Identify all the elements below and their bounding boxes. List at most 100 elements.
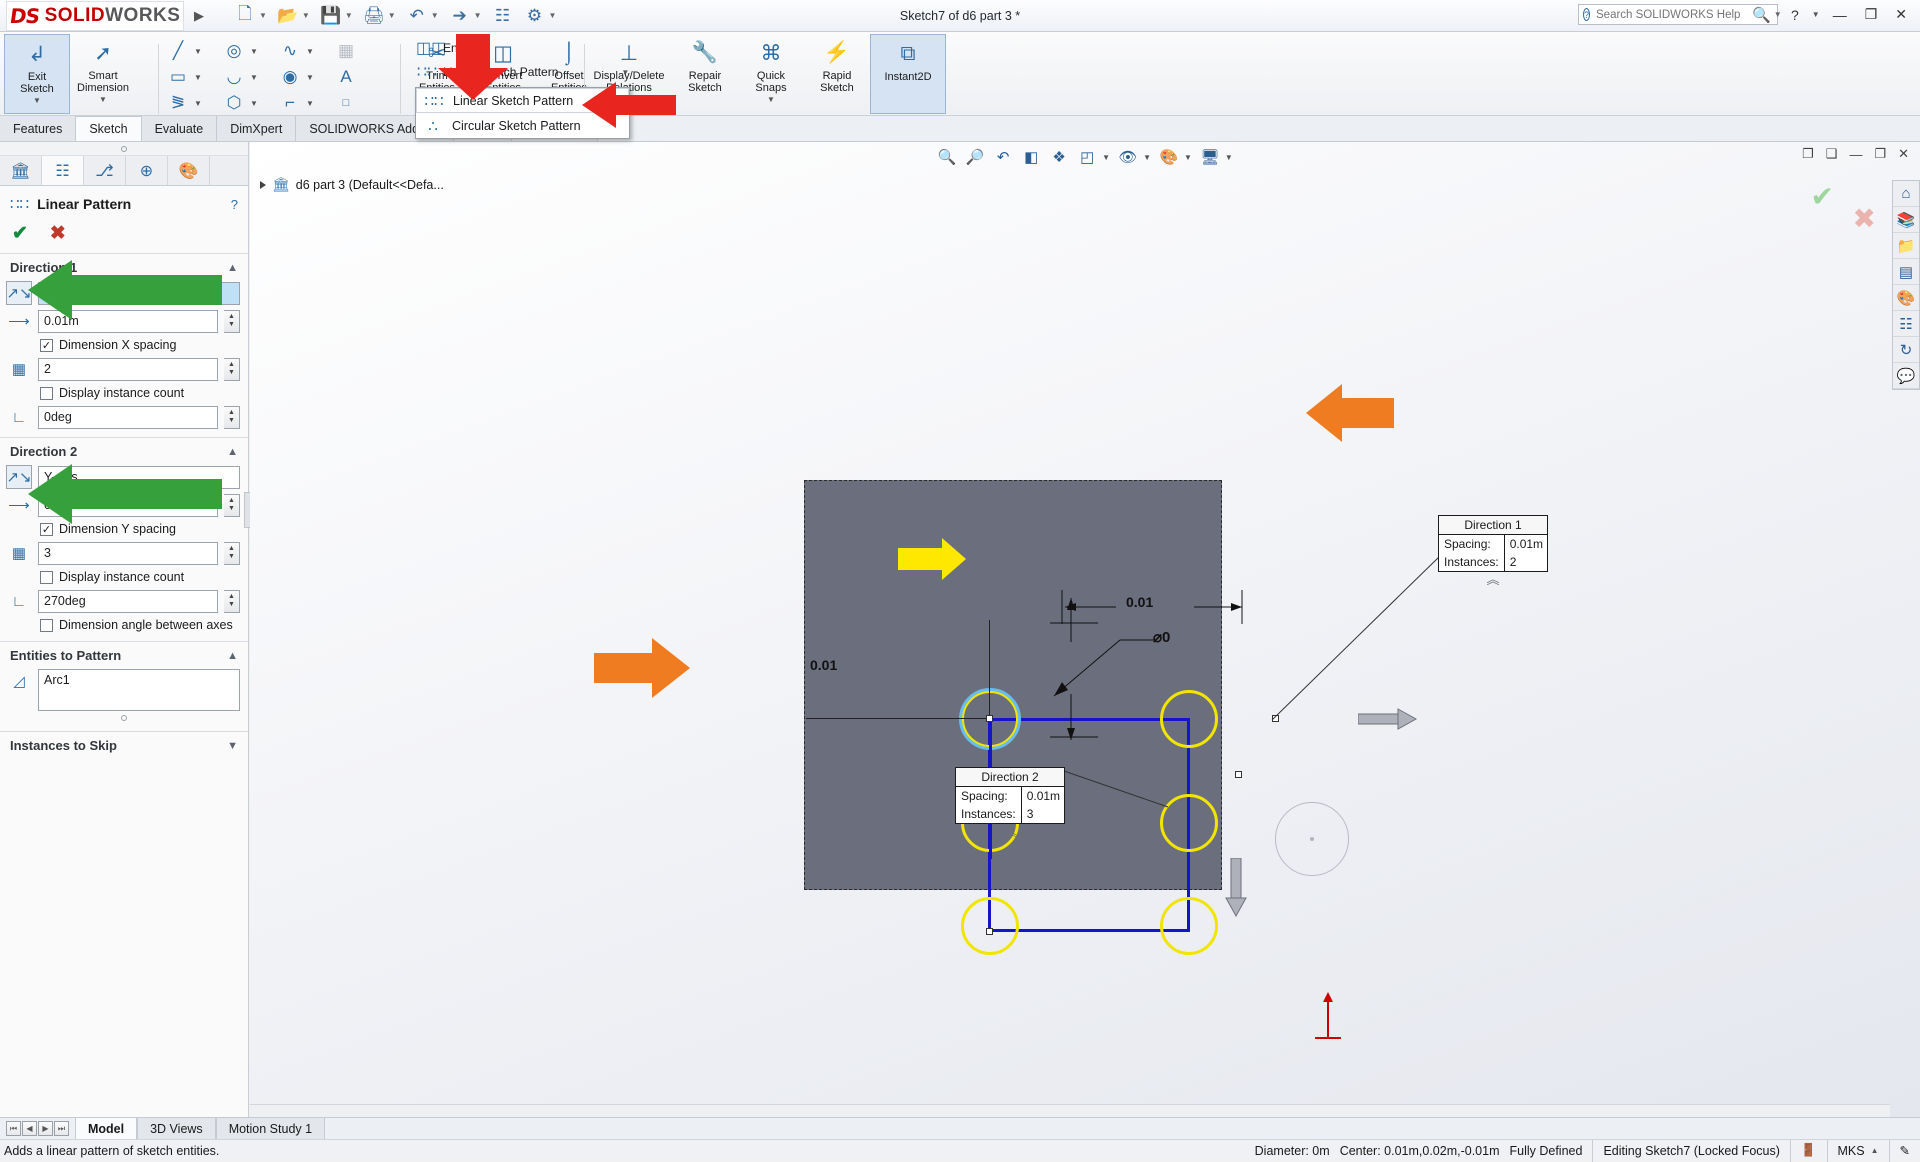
quick-snaps-caret-icon[interactable]: ▼ [767,95,775,104]
direction2-instances-spinner[interactable]: ▲ ▼ [224,541,240,565]
pattern-circle-r3c1[interactable] [961,897,1019,955]
entities-to-pattern-list[interactable]: Arc1 [38,669,240,711]
panel-splitter[interactable] [0,142,248,156]
exit-sketch-button[interactable]: ↲ Exit Sketch ▼ [4,34,70,114]
line-caret-icon[interactable]: ▼ [194,47,202,56]
direction1-dimension-spacing-row[interactable]: ✓ Dimension X spacing [0,335,248,355]
appearances-scenes-icon[interactable]: 🎨 [1893,285,1919,311]
direction2-drag-handle[interactable] [1225,858,1247,918]
callout-direction2[interactable]: Direction 2 Spacing: 0.01m Instances: 3 … [955,767,1078,839]
design-library-icon[interactable]: 📚 [1893,207,1919,233]
property-manager-tab[interactable]: ☷ [42,156,84,185]
circle-tool-button[interactable]: ◎ ▼ [218,38,274,64]
edit-appearance-icon[interactable]: 🎨 [1156,145,1182,169]
hide-show-caret-icon[interactable]: ▼ [1143,153,1151,162]
flyout-feature-tree-root[interactable]: 🏛 d6 part 3 (Default<<Defa... [260,176,444,193]
apply-scene-caret-icon[interactable]: ▼ [1225,153,1233,162]
line-tool-button[interactable]: ╱ ▼ [162,38,218,64]
direction2-spacing-spinner[interactable]: ▲ ▼ [224,493,240,517]
gfx-close-icon[interactable]: ✕ [1895,146,1912,162]
zoom-to-fit-icon[interactable]: 🔍 [934,145,960,169]
direction2-instances-field[interactable]: 3 [38,541,218,565]
direction1-instances-field[interactable]: 2 [38,357,218,381]
graphics-area[interactable]: 🔍 🔎 ↶ ◧ ❖ ◰ ▼ 👁 ▼ 🎨 ▼ 🖥 ▼ ❐ ❑ — ❐ ✕ 🏛 d6 par… [250,142,1920,1117]
direction2-group-header[interactable]: Direction 2 ▲ [0,438,248,463]
entities-list-resize-handle[interactable] [0,713,248,725]
home-icon[interactable]: ⌂ [1893,181,1919,207]
instant2d-button[interactable]: ⧉ Instant2D [870,34,946,114]
direction1-display-count-checkbox[interactable] [40,386,53,400]
tab-features[interactable]: Features [0,116,77,141]
pdm-icon[interactable]: ↻ [1893,337,1919,363]
tab-evaluate[interactable]: Evaluate [141,116,218,141]
repair-sketch-button[interactable]: 🔧 Repair Sketch [672,34,738,114]
bottom-tab-3d-views[interactable]: 3D Views [137,1118,216,1139]
spline-tool-button[interactable]: ∿ ▼ [274,38,330,64]
instances-to-skip-expand-chevron-icon[interactable]: ▼ [227,740,238,752]
ellipse-tool-button[interactable]: ◉ ▼ [274,64,330,90]
arc-tool-button[interactable]: ◡ ▼ [218,64,274,90]
point-tool-button[interactable]: □ [330,90,386,116]
smart-dimension-button[interactable]: ➚ Smart Dimension ▼ [70,34,136,114]
callout-direction1-instances-value[interactable]: 2 [1503,553,1561,571]
nav-prev-icon[interactable]: ◀ [22,1121,37,1136]
bottom-tab-model[interactable]: Model [75,1118,138,1139]
spline-caret-icon[interactable]: ▼ [306,47,314,56]
rectangle-caret-icon[interactable]: ▼ [194,73,202,82]
rectangle-tool-button[interactable]: ▭ ▼ [162,64,218,90]
units-selector[interactable]: MKS ▲ [1826,1139,1889,1162]
custom-properties-icon[interactable]: ☷ [1893,311,1919,337]
expand-triangle-icon[interactable] [260,180,266,189]
sketch-point-mid[interactable] [1235,771,1242,778]
search-caret-icon[interactable]: ▼ [1774,10,1782,19]
display-style-icon[interactable]: ◰ [1074,145,1100,169]
polygon-tool-button[interactable]: ⬡ ▼ [218,90,274,116]
direction1-display-count-row[interactable]: Display instance count [0,383,248,403]
callout-direction2-collapse-chevron-icon[interactable]: ︽ [1003,821,1016,840]
tab-sketch[interactable]: Sketch [76,116,142,141]
sketch-picture-button[interactable]: ▦ [330,38,386,64]
direction2-angle-field[interactable]: 270deg [38,589,218,613]
search-input[interactable] [1594,7,1752,22]
fillet-caret-icon[interactable]: ▼ [306,99,314,108]
callout-direction1[interactable]: Direction 1 Spacing: 0.01m Instances: 2 … [1438,515,1561,587]
nav-first-icon[interactable]: ⏮ [6,1121,21,1136]
sketch-point-origin-seed[interactable] [986,715,993,722]
callout-direction2-spacing-value[interactable]: 0.01m [1020,787,1078,805]
display-manager-tab[interactable]: 🎨 [168,156,210,185]
apply-scene-icon[interactable]: 🖥 [1197,145,1223,169]
minimize-button[interactable]: — [1828,7,1852,23]
edit-appearance-caret-icon[interactable]: ▼ [1184,153,1192,162]
zoom-to-area-icon[interactable]: 🔎 [962,145,988,169]
previous-view-icon[interactable]: ↶ [990,145,1016,169]
polygon-caret-icon[interactable]: ▼ [250,99,258,108]
tab-dimxpert[interactable]: DimXpert [217,116,297,141]
ellipse-caret-icon[interactable]: ▼ [306,73,314,82]
nav-last-icon[interactable]: ⏭ [54,1121,69,1136]
close-button[interactable]: ✕ [1890,6,1912,23]
smart-dimension-caret-icon[interactable]: ▼ [99,95,107,104]
instances-to-skip-group-header[interactable]: Instances to Skip ▼ [0,732,248,757]
gfx-minimize-icon[interactable]: — [1846,147,1865,162]
arc-caret-icon[interactable]: ▼ [250,73,258,82]
vertical-dimension-value[interactable]: 0.01 [810,657,837,673]
entities-to-pattern-collapse-chevron-icon[interactable]: ▲ [227,650,238,662]
dimxpert-manager-tab[interactable]: ⊕ [126,156,168,185]
sketch-status-icon[interactable]: ✎ [1888,1139,1920,1162]
confirm-corner-cancel-icon[interactable]: ✖ [1853,202,1876,235]
display-style-caret-icon[interactable]: ▼ [1102,153,1110,162]
units-caret-icon[interactable]: ▲ [1871,1146,1879,1155]
direction2-dimension-angle-checkbox[interactable] [40,618,53,632]
forum-icon[interactable]: 💬 [1893,363,1919,389]
direction1-angle-spinner[interactable]: ▲ ▼ [224,405,240,429]
direction1-dimension-spacing-checkbox[interactable]: ✓ [40,338,53,352]
horizontal-dimension-value[interactable]: 0.01 [1126,594,1153,610]
help-caret-icon[interactable]: ▼ [1812,10,1820,19]
rapid-sketch-button[interactable]: ⚡ Rapid Sketch [804,34,870,114]
configuration-manager-tab[interactable]: ⎇ [84,156,126,185]
file-explorer-icon[interactable]: 📁 [1893,233,1919,259]
slot-caret-icon[interactable]: ▼ [194,99,202,108]
direction2-display-count-row[interactable]: Display instance count [0,567,248,587]
diameter-dimension-value[interactable]: ⌀0 [1153,628,1170,646]
direction1-collapse-chevron-icon[interactable]: ▲ [227,262,238,274]
